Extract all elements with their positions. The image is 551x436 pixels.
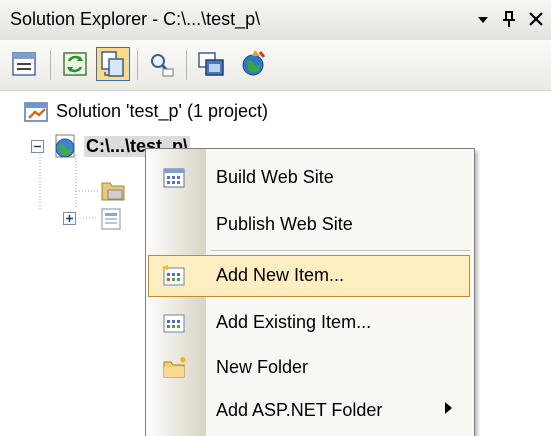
- auto-hide-pin-button[interactable]: [502, 9, 516, 33]
- refresh-icon: [63, 52, 87, 76]
- close-button[interactable]: [528, 9, 544, 33]
- chevron-down-icon: [478, 17, 488, 23]
- nest-related-files-button[interactable]: [96, 47, 130, 81]
- menu-item-add-existing-item[interactable]: Add Existing Item...: [148, 302, 470, 344]
- menu-separator: [210, 250, 470, 251]
- folder-icon: [101, 182, 125, 201]
- web-project-icon: [55, 134, 75, 158]
- menu-item-label: Add ASP.NET Folder: [216, 400, 383, 420]
- solution-explorer-toolbar: [0, 40, 551, 91]
- nest-related-files-icon: [101, 51, 124, 77]
- view-code-icon: [151, 54, 174, 77]
- view-designer-icon: [198, 52, 224, 76]
- menu-item-add-asp-net-folder[interactable]: Add ASP.NET Folder: [148, 390, 470, 432]
- menu-item-add-new-item[interactable]: Add New Item...: [148, 255, 470, 297]
- toolbar-separator: [186, 50, 187, 80]
- add-existing-item-icon: [163, 314, 185, 333]
- menu-item-label: Add Existing Item...: [216, 312, 372, 332]
- menu-item-label: Publish Web Site: [216, 214, 353, 234]
- tree-node-page[interactable]: [60, 205, 150, 233]
- build-icon: [163, 168, 185, 188]
- menu-item-publish-web-site[interactable]: Publish Web Site: [148, 204, 470, 246]
- window-title: Solution Explorer - C:\...\test_p\: [10, 9, 261, 29]
- asp-net-configuration-icon: [242, 50, 266, 76]
- view-code-button[interactable]: [145, 47, 179, 81]
- pin-icon: [503, 11, 515, 27]
- menu-item-build-web-site[interactable]: Build Web Site: [148, 157, 470, 199]
- view-designer-button[interactable]: [194, 47, 228, 81]
- asp-net-configuration-button[interactable]: [236, 47, 270, 81]
- properties-icon: [12, 52, 36, 76]
- tree-node-folder[interactable]: [100, 177, 140, 205]
- web-page-icon: [101, 208, 121, 230]
- submenu-arrow-icon: [445, 402, 452, 414]
- add-new-item-icon: [163, 265, 185, 286]
- properties-button[interactable]: [7, 47, 41, 81]
- toolbar-separator: [50, 50, 51, 80]
- expand-icon[interactable]: [62, 211, 78, 227]
- menu-item-new-folder[interactable]: New Folder: [148, 347, 470, 389]
- solution-explorer-titlebar: Solution Explorer - C:\...\test_p\: [0, 0, 551, 41]
- solution-icon: [24, 102, 48, 122]
- solution-label: Solution 'test_p' (1 project): [56, 101, 268, 121]
- window-position-dropdown-button[interactable]: [476, 9, 490, 33]
- toolbar-separator: [137, 50, 138, 80]
- menu-item-label: New Folder: [216, 357, 309, 377]
- new-folder-icon: [163, 357, 186, 378]
- menu-item-label: Add New Item...: [216, 265, 345, 285]
- context-menu: Build Web Site Publish Web Site Add New …: [145, 148, 475, 436]
- collapse-icon[interactable]: [30, 139, 46, 155]
- close-icon: [529, 12, 543, 26]
- menu-item-label: Build Web Site: [216, 167, 334, 187]
- tree-node-solution[interactable]: Solution 'test_p' (1 project): [24, 99, 324, 129]
- refresh-button[interactable]: [58, 47, 92, 81]
